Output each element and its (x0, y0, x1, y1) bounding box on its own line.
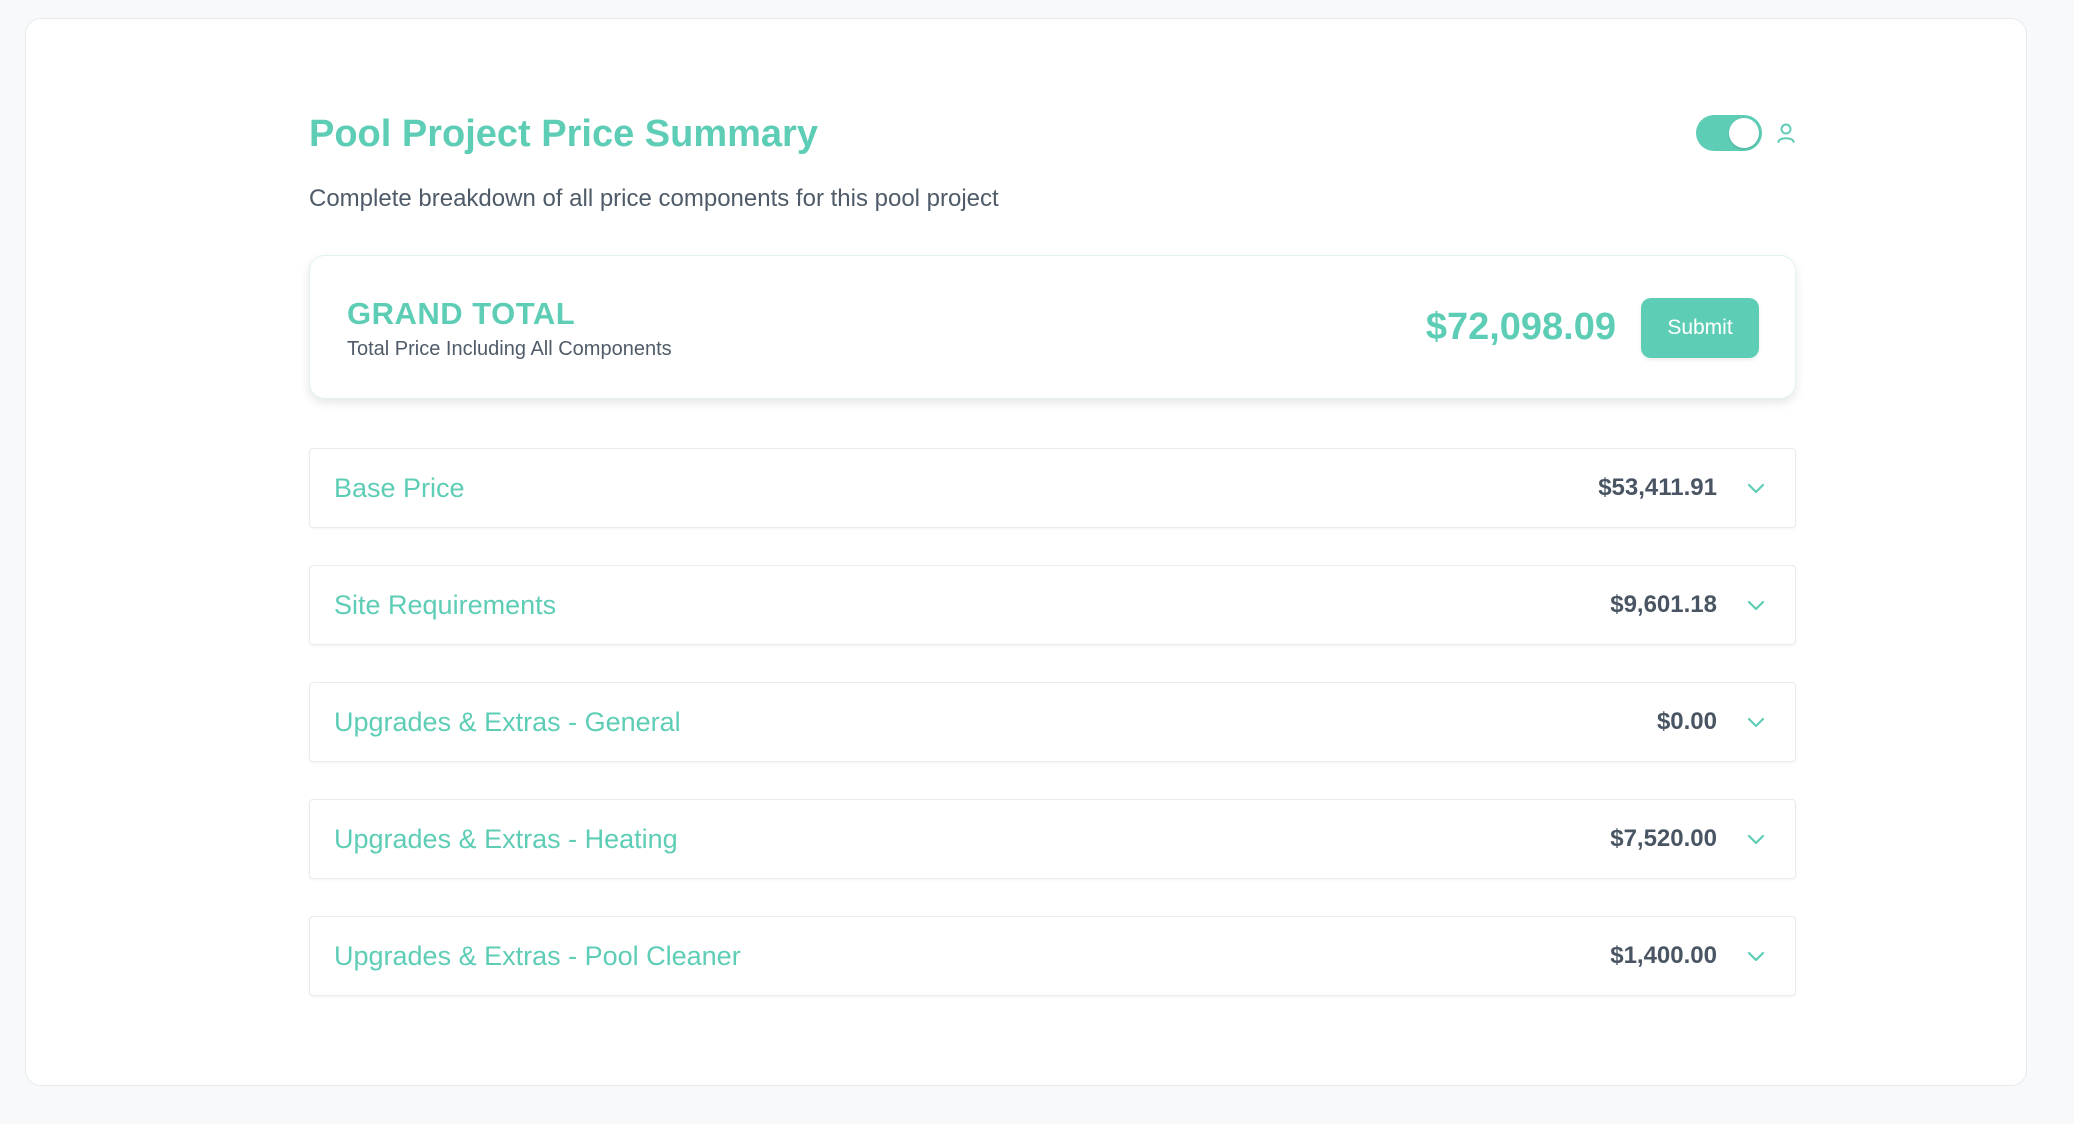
grand-total-sublabel: Total Price Including All Components (347, 338, 672, 360)
page-subtitle: Complete breakdown of all price componen… (309, 185, 999, 212)
section-amount: $9,601.18 (1610, 591, 1717, 618)
chevron-down-icon[interactable] (1745, 711, 1767, 733)
chevron-down-icon[interactable] (1745, 477, 1767, 499)
section-upgrades-heating[interactable]: Upgrades & Extras - Heating $7,520.00 (309, 799, 1796, 879)
submit-button[interactable]: Submit (1641, 298, 1759, 358)
section-upgrades-general[interactable]: Upgrades & Extras - General $0.00 (309, 682, 1796, 762)
section-name: Upgrades & Extras - Pool Cleaner (334, 941, 741, 971)
section-site-requirements[interactable]: Site Requirements $9,601.18 (309, 565, 1796, 645)
user-icon[interactable] (1776, 121, 1796, 145)
page-card: Pool Project Price Summary Complete brea… (25, 18, 2027, 1086)
section-name: Upgrades & Extras - General (334, 707, 681, 737)
section-amount: $7,520.00 (1610, 825, 1717, 852)
section-name: Site Requirements (334, 590, 557, 620)
toggle-knob (1729, 118, 1759, 148)
section-base-price[interactable]: Base Price $53,411.91 (309, 448, 1796, 528)
grand-total-label: GRAND TOTAL (347, 296, 576, 331)
section-amount: $53,411.91 (1598, 474, 1717, 501)
chevron-down-icon[interactable] (1745, 945, 1767, 967)
grand-total-card: GRAND TOTAL Total Price Including All Co… (309, 255, 1796, 399)
grand-total-amount: $72,098.09 (1425, 306, 1616, 348)
section-amount: $1,400.00 (1610, 942, 1717, 969)
header-controls (1696, 115, 1796, 151)
header-row: Pool Project Price Summary (309, 111, 1796, 161)
section-amount: $0.00 (1656, 708, 1717, 735)
chevron-down-icon[interactable] (1745, 828, 1767, 850)
section-name: Upgrades & Extras - Heating (334, 824, 678, 854)
page-title: Pool Project Price Summary (309, 113, 818, 155)
section-name: Base Price (334, 473, 465, 503)
section-upgrades-pool-cleaner[interactable]: Upgrades & Extras - Pool Cleaner $1,400.… (309, 916, 1796, 996)
view-toggle[interactable] (1696, 115, 1762, 151)
chevron-down-icon[interactable] (1745, 594, 1767, 616)
